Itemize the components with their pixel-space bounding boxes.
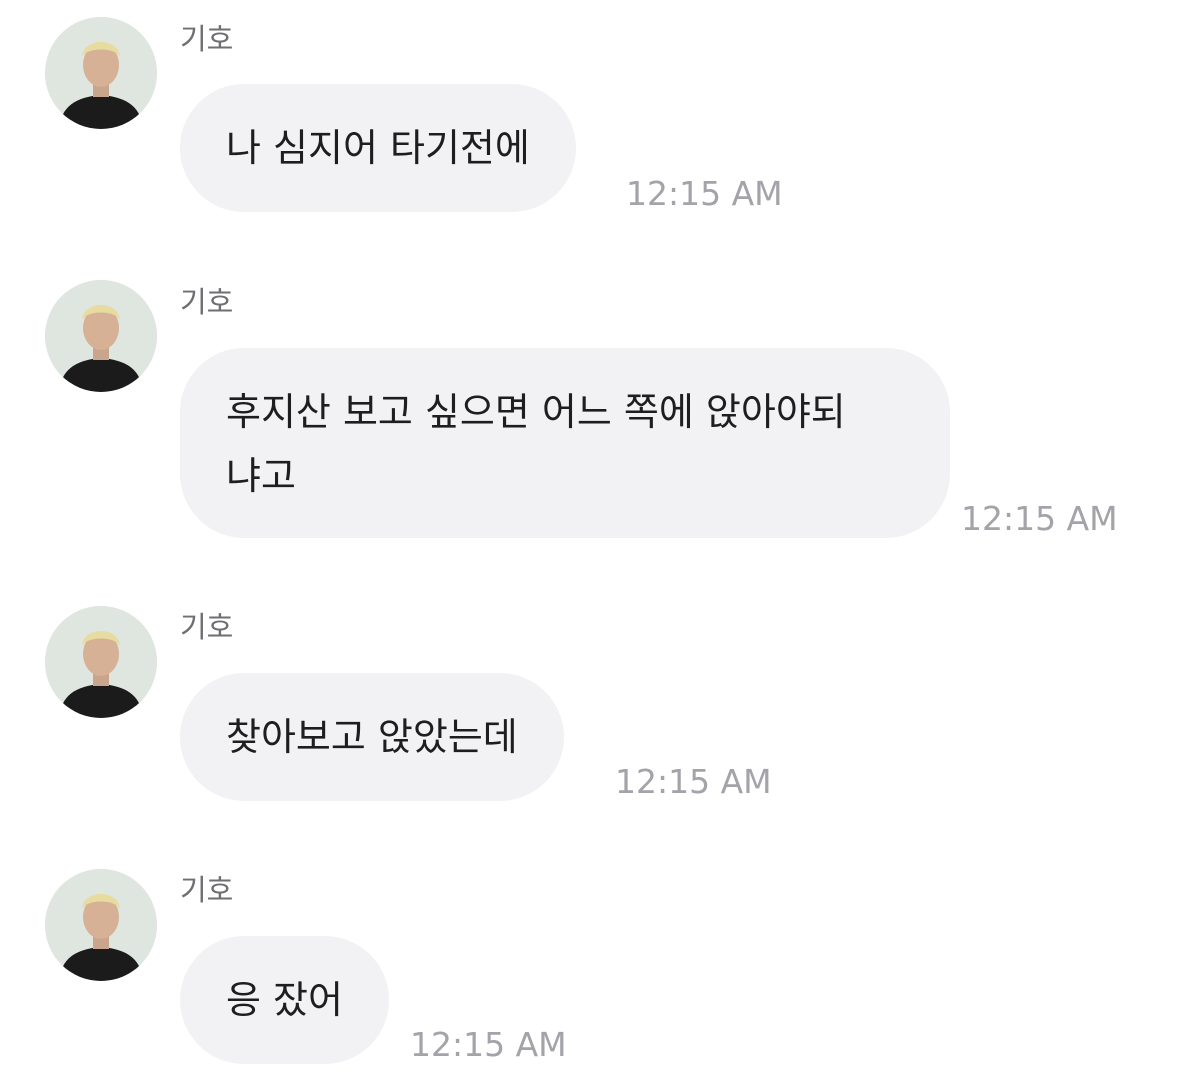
message-timestamp: 12:15 AM [615,762,772,801]
avatar-photo [45,280,157,392]
avatar[interactable] [45,17,157,129]
sender-name: 기호 [180,610,234,644]
avatar-photo [45,869,157,981]
chat-screen: { "colors": { "bubble_background": "#f2f… [0,0,1200,1081]
message-bubble[interactable]: 찾아보고 앉았는데 [180,673,564,801]
sender-name: 기호 [180,873,234,907]
sender-name: 기호 [180,285,234,319]
message-bubble[interactable]: 나 심지어 타기전에 [180,84,576,212]
avatar-photo [45,606,157,718]
avatar[interactable] [45,869,157,981]
sender-name: 기호 [180,22,234,56]
message-bubble[interactable]: 후지산 보고 싶으면 어느 쪽에 앉아야되 냐고 [180,348,950,538]
message-timestamp: 12:15 AM [410,1025,567,1064]
message-timestamp: 12:15 AM [961,499,1118,538]
avatar[interactable] [45,280,157,392]
message-timestamp: 12:15 AM [626,174,783,213]
avatar[interactable] [45,606,157,718]
message-bubble[interactable]: 응 잤어 [180,936,389,1064]
avatar-photo [45,17,157,129]
